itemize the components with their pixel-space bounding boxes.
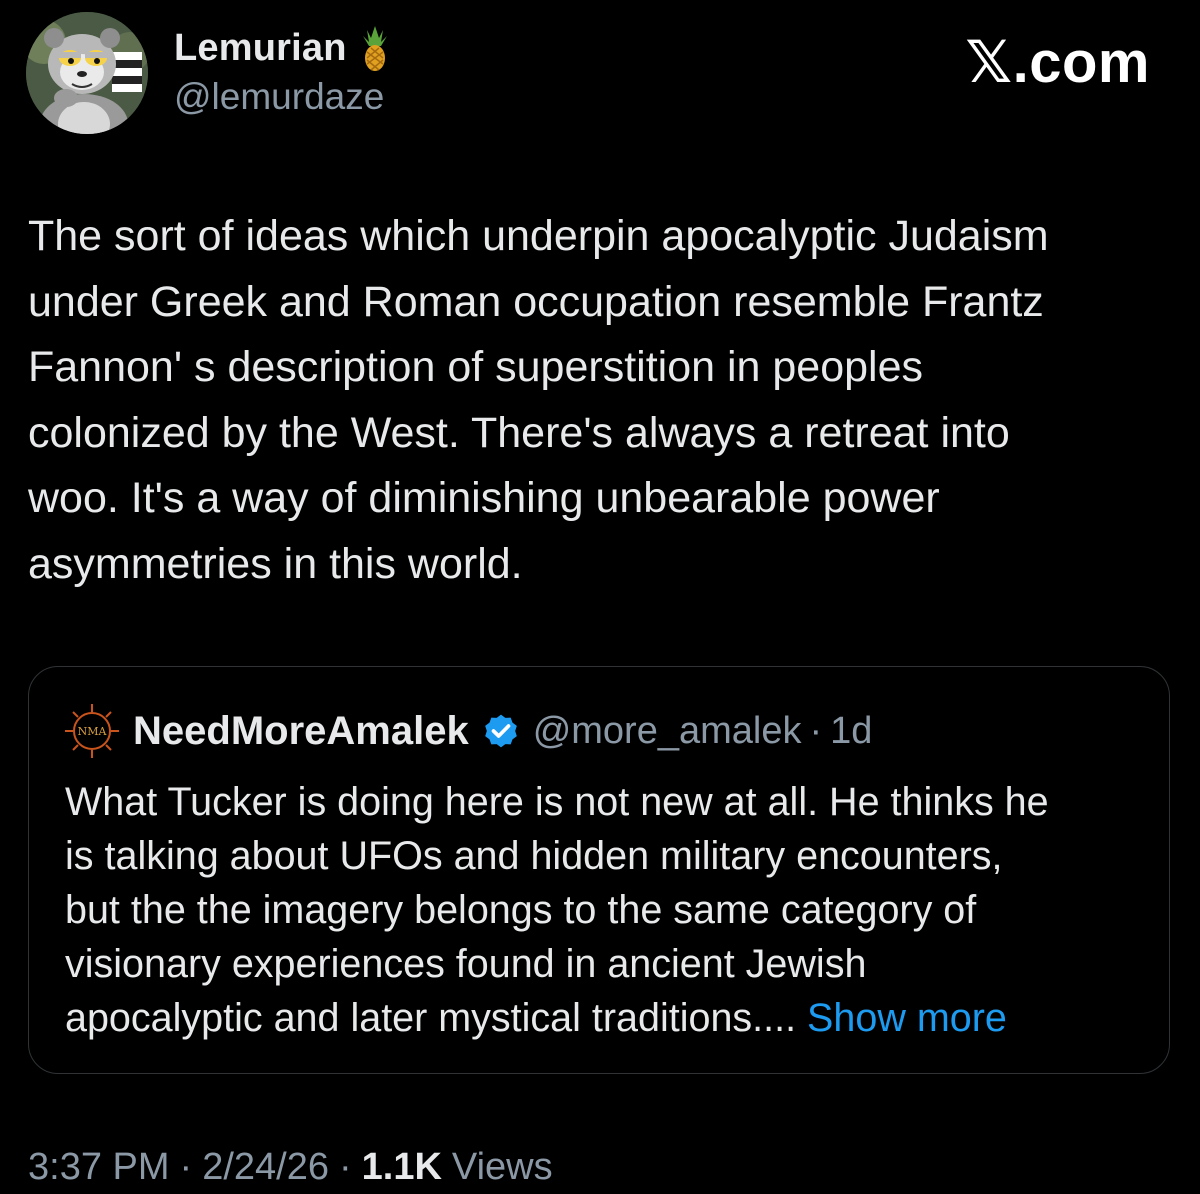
views-count: 1.1K: [361, 1146, 442, 1188]
pineapple-icon: [362, 26, 387, 71]
meta-separator: ·: [338, 1146, 352, 1188]
quoted-post-header: NMA NeedMoreAmalek @more_amalek · 1d: [63, 702, 872, 760]
quoted-author-handle[interactable]: @more_amalek: [533, 710, 802, 753]
post-date[interactable]: 2/24/26: [202, 1146, 329, 1189]
author-handle[interactable]: @lemurdaze: [174, 76, 395, 118]
quoted-post-card[interactable]: NMA NeedMoreAmalek @more_amalek · 1d Wha…: [28, 666, 1170, 1074]
post-text: The sort of ideas which underpin apocaly…: [28, 212, 1049, 588]
quoted-author-display-name[interactable]: NeedMoreAmalek: [133, 709, 469, 754]
x-brand-watermark: 𝕏.com: [965, 30, 1150, 95]
verified-badge-icon: [484, 714, 517, 748]
show-more-link[interactable]: Show more: [796, 996, 1007, 1040]
post-time[interactable]: 3:37 PM: [28, 1146, 170, 1189]
author-avatar[interactable]: [26, 12, 148, 134]
lemur-avatar-icon: [26, 12, 148, 134]
author-block: Lemurian @lemurdaze: [174, 22, 395, 118]
post-meta: 3:37 PM · 2/24/26 · 1.1K Views: [28, 1146, 553, 1189]
author-display-name[interactable]: Lemurian: [174, 27, 347, 70]
views-label: Views: [451, 1146, 553, 1188]
quoted-header-separator: ·: [809, 709, 823, 752]
quoted-author-avatar[interactable]: NMA: [63, 702, 121, 760]
nma-logo-icon: NMA: [65, 704, 119, 758]
meta-separator: ·: [179, 1146, 193, 1188]
display-name-row: Lemurian: [174, 22, 395, 74]
post-page: Lemurian @lemurdaze 𝕏.com The sort of id…: [0, 0, 1200, 1194]
nma-logo-text: NMA: [78, 725, 108, 738]
quoted-post-time[interactable]: 1d: [830, 710, 872, 753]
quoted-post-text: What Tucker is doing here is not new at …: [65, 775, 1145, 1045]
